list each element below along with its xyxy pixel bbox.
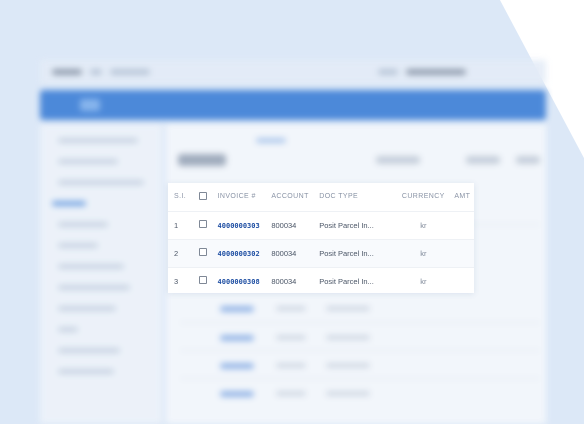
doc-type-cell: Posit Parcel In... xyxy=(319,220,374,230)
checkbox-icon[interactable] xyxy=(198,248,207,256)
amount-cell xyxy=(454,211,474,239)
table-row[interactable]: 3 4000000308 800034 Posit Parcel In... k… xyxy=(168,267,474,293)
invoice-table: S.I. INVOICE # ACCOUNT DOC TYPE CURRENCY… xyxy=(168,183,474,293)
row-checkbox[interactable] xyxy=(198,267,218,293)
currency-cell: kr xyxy=(420,220,427,230)
table-row[interactable]: 2 4000000302 800034 Posit Parcel In... k… xyxy=(168,239,474,267)
account-cell: 800034 xyxy=(271,248,297,258)
doc-type-cell: Posit Parcel In... xyxy=(319,276,374,286)
app-header-bar xyxy=(40,90,546,120)
header-si: S.I. xyxy=(174,193,187,201)
checkbox-icon[interactable] xyxy=(198,191,207,200)
currency-cell: kr xyxy=(420,248,427,258)
app-logo xyxy=(80,99,100,111)
row-number: 2 xyxy=(174,248,179,258)
invoice-link[interactable]: 4000000308 xyxy=(218,278,260,286)
header-currency[interactable]: CURRENCY xyxy=(392,183,454,211)
invoice-table-card: S.I. INVOICE # ACCOUNT DOC TYPE CURRENCY… xyxy=(168,183,474,293)
header-invoice[interactable]: INVOICE # xyxy=(218,183,272,211)
checkbox-icon[interactable] xyxy=(198,220,207,228)
header-doc-type[interactable]: DOC TYPE xyxy=(319,183,392,211)
row-checkbox[interactable] xyxy=(198,211,218,239)
currency-cell: kr xyxy=(420,276,427,286)
invoice-link[interactable]: 4000000303 xyxy=(218,222,260,230)
sidebar xyxy=(40,124,162,424)
doc-type-cell: Posit Parcel In... xyxy=(319,248,374,258)
header-account[interactable]: ACCOUNT xyxy=(271,183,319,211)
account-cell: 800034 xyxy=(271,220,297,230)
row-number: 1 xyxy=(174,220,179,230)
table-row[interactable]: 1 4000000303 800034 Posit Parcel In... k… xyxy=(168,211,474,239)
row-number: 3 xyxy=(174,276,179,286)
amount-cell xyxy=(454,267,474,293)
browser-toolbar xyxy=(40,60,546,84)
amount-cell xyxy=(454,239,474,267)
row-checkbox[interactable] xyxy=(198,239,218,267)
header-select-all[interactable] xyxy=(198,183,218,211)
table-header-row: S.I. INVOICE # ACCOUNT DOC TYPE CURRENCY… xyxy=(168,183,474,211)
checkbox-icon[interactable] xyxy=(198,276,207,285)
account-cell: 800034 xyxy=(271,276,297,286)
header-amount[interactable]: AMT xyxy=(454,183,474,211)
invoice-link[interactable]: 4000000302 xyxy=(218,250,260,258)
